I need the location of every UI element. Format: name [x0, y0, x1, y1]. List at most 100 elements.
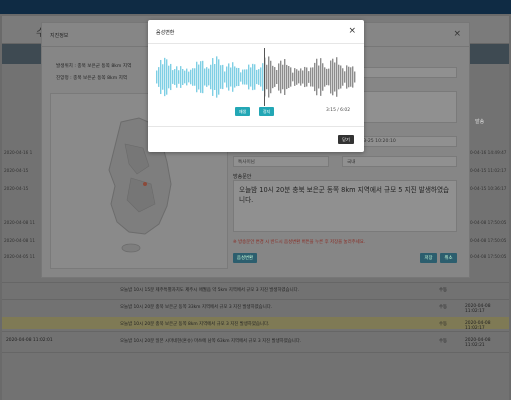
waveform-bar: [340, 65, 342, 89]
modal-title: 지진정보: [50, 33, 69, 39]
play-button[interactable]: 재생: [235, 107, 250, 116]
list-item[interactable]: 2020-04-08 11: [4, 220, 35, 225]
list-item[interactable]: 2020-04-08 11: [4, 238, 35, 243]
row-divider: [2, 282, 509, 283]
waveform-bar: [302, 70, 304, 84]
table-row[interactable]: 2020-04-08 11:02:01 오늘밤 10시 20분 일본 시마네현(…: [2, 338, 509, 350]
epicenter-location: 발생위치 : 충북 보은군 동쪽 8km 지역: [56, 64, 132, 69]
waveform-bar: [224, 71, 226, 83]
region-select[interactable]: 특사이님: [233, 156, 329, 167]
modal-header: 음성변환 ×: [148, 20, 364, 44]
row-divider: [2, 299, 509, 300]
list-item[interactable]: 2020-04-15: [4, 168, 28, 173]
row-result: 2020-04-08 11:02:17: [465, 321, 491, 331]
list-item[interactable]: 2020-04-15: [4, 186, 28, 191]
waveform-bar: [270, 60, 272, 94]
voice-convert-button[interactable]: 음성변환: [233, 253, 257, 263]
waveform-bar: [312, 67, 314, 87]
waveform-bar: [252, 63, 254, 91]
waveform-bar: [208, 68, 210, 86]
waveform-bar: [324, 67, 326, 87]
waveform-bar: [308, 71, 310, 83]
waveform-bar: [318, 65, 320, 89]
waveform-bar: [186, 68, 188, 86]
row-status: 수동: [439, 288, 448, 293]
waveform-bar: [240, 72, 242, 82]
waveform-bar: [304, 66, 306, 88]
close-button[interactable]: 닫기: [338, 135, 354, 144]
playback-time: 3:15 / 6:02: [326, 108, 350, 113]
waveform-bar: [228, 63, 230, 91]
waveform-bar: [338, 64, 340, 90]
close-icon[interactable]: ×: [348, 26, 356, 36]
table-row[interactable]: 오늘밤 10시 15분 제주특별자치도 제주시 애월읍 약 5km 지역에서 규…: [2, 287, 509, 299]
category-select[interactable]: 국내: [342, 156, 457, 167]
save-button[interactable]: 저장: [420, 253, 437, 263]
waveform-bar: [236, 67, 238, 87]
waveform-bar: [170, 63, 172, 91]
broadcast-message-textarea[interactable]: 오늘밤 10시 20분 충북 보은군 동쪽 8km 지역에서 규모 5 지진 발…: [233, 180, 457, 232]
waveform-bar: [316, 58, 318, 96]
waveform-bar: [244, 69, 246, 85]
waveform-bar: [212, 58, 214, 96]
waveform-bar: [188, 71, 190, 83]
waveform-bar: [200, 61, 202, 93]
table-row[interactable]: 오늘밤 10시 20분 충북 보은군 동쪽 33km 지역에서 규모 3 지진 …: [2, 304, 509, 316]
waveform-bar: [162, 64, 164, 90]
waveform-bar: [256, 69, 258, 85]
row-message: 오늘밤 10시 15분 제주특별자치도 제주시 애월읍 약 5km 지역에서 규…: [120, 288, 300, 293]
waveform-player[interactable]: [156, 48, 356, 106]
waveform-bar: [254, 64, 256, 90]
waveform-bar: [226, 66, 228, 88]
waveform-bar: [234, 66, 236, 88]
row-message: 오늘밤 10시 20분 일본 시마네현(혼슈) 마쓰에 남쪽 63km 지역에서…: [120, 339, 302, 344]
row-status: 수동: [439, 305, 448, 310]
waveform-bar: [322, 63, 324, 91]
row-divider: [2, 331, 509, 332]
row-message: 오늘밤 10시 20분 충북 보은군 동쪽 33km 지역에서 규모 3 지진 …: [120, 305, 273, 310]
waveform-bar: [310, 67, 312, 87]
waveform-bar: [294, 68, 296, 86]
stop-button[interactable]: 정지: [259, 107, 274, 116]
waveform-bar: [184, 70, 186, 84]
waveform-bar: [268, 56, 270, 98]
row-result: 2020-04-08 11:02:21: [465, 338, 491, 348]
close-icon[interactable]: ×: [453, 29, 461, 39]
app-topbar: [0, 0, 511, 14]
cancel-button[interactable]: 취소: [440, 253, 457, 263]
waveform-bar: [220, 65, 222, 89]
row-divider: [2, 352, 509, 353]
waveform-bar: [300, 68, 302, 86]
table-row-highlighted[interactable]: 오늘밤 10시 20분 충북 보은군 동쪽 8km 지역에서 규모 3 지진 발…: [2, 317, 509, 331]
waveform-bar: [172, 70, 174, 84]
waveform-bar: [156, 70, 158, 84]
waveform[interactable]: [156, 48, 356, 106]
waveform-bar: [334, 62, 336, 92]
waveform-bar: [320, 58, 322, 96]
waveform-bar: [190, 69, 192, 85]
waveform-bar: [266, 64, 268, 90]
waveform-bar: [178, 70, 180, 84]
row-date: 2020-04-08 11:02:01: [6, 338, 53, 343]
waveform-bar: [158, 67, 160, 87]
waveform-bar: [262, 63, 264, 91]
waveform-bar: [348, 66, 350, 88]
voice-conversion-modal: 음성변환 × 재생 정지 3:15 / 6:02 닫기: [148, 20, 364, 152]
waveform-bar: [328, 68, 330, 86]
waveform-bar: [326, 68, 328, 86]
row-status: 수동: [439, 322, 448, 327]
list-item[interactable]: 2020-04-05 11: [4, 254, 35, 259]
waveform-bar: [290, 67, 292, 87]
waveform-bar: [198, 64, 200, 90]
row-message: 오늘밤 10시 20분 충북 보은군 동쪽 8km 지역에서 규모 3 지진 발…: [120, 322, 270, 327]
waveform-bar: [276, 69, 278, 85]
waveform-bar: [344, 71, 346, 83]
column-header-send: 발송: [475, 119, 485, 125]
row-result: 2020-04-08 11:02:17: [465, 304, 491, 314]
modal-title: 음성변환: [156, 30, 175, 36]
list-item[interactable]: 2020-04-16 1: [4, 150, 32, 155]
waveform-bar: [286, 64, 288, 90]
waveform-bar: [330, 60, 332, 94]
waveform-bar: [280, 60, 282, 94]
waveform-bar: [336, 57, 338, 97]
